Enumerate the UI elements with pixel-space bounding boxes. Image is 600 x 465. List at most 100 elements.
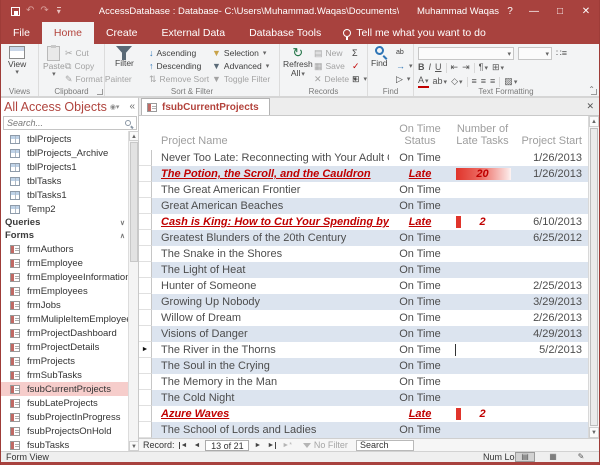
- filter-status-label[interactable]: No Filter: [314, 440, 348, 450]
- cell-project-start[interactable]: 2/25/2013: [514, 278, 582, 294]
- cell-project-name[interactable]: The Potion, the Scroll, and the Cauldron: [152, 166, 389, 182]
- table-row[interactable]: The Great American FrontierOn Time: [139, 182, 588, 198]
- header-late-tasks[interactable]: Number of Late Tasks: [451, 123, 514, 147]
- cell-on-time-status[interactable]: On Time: [389, 422, 451, 438]
- cell-project-start[interactable]: [514, 406, 582, 422]
- cell-project-start[interactable]: [514, 262, 582, 278]
- cell-late-tasks[interactable]: [451, 310, 514, 326]
- cell-on-time-status[interactable]: On Time: [389, 358, 451, 374]
- record-selector[interactable]: [139, 166, 152, 182]
- record-selector[interactable]: ►: [139, 342, 152, 358]
- table-row[interactable]: The Snake in the ShoresOn Time: [139, 246, 588, 262]
- sidebar-item-frmJobs[interactable]: frmJobs: [1, 298, 129, 312]
- minimize-button[interactable]: —: [521, 6, 547, 17]
- nav-scroll-thumb[interactable]: [130, 142, 138, 262]
- collapse-ribbon-icon[interactable]: ⌃: [588, 85, 595, 94]
- scroll-thumb[interactable]: [590, 128, 598, 426]
- nav-search-input[interactable]: [4, 118, 125, 128]
- cell-on-time-status[interactable]: On Time: [389, 150, 451, 166]
- cell-project-start[interactable]: 1/26/2013: [514, 166, 582, 182]
- select-button[interactable]: ▷: [396, 73, 413, 85]
- sidebar-item-tblProjects_Archive[interactable]: tblProjects_Archive: [1, 146, 129, 160]
- document-close-icon[interactable]: ✕: [586, 101, 594, 112]
- cell-project-name[interactable]: Visions of Danger: [152, 326, 389, 342]
- sidebar-item-fsubProjectInProgress[interactable]: fsubProjectInProgress: [1, 410, 129, 424]
- record-position-box[interactable]: 13 of 21: [205, 440, 249, 451]
- font-color-button[interactable]: A: [418, 76, 429, 88]
- cell-project-name[interactable]: The Great American Frontier: [152, 182, 389, 198]
- selection-button[interactable]: ▼Selection: [212, 47, 270, 59]
- sidebar-item-fsubProjectsOnHold[interactable]: fsubProjectsOnHold: [1, 424, 129, 438]
- find-button[interactable]: Find: [371, 46, 388, 68]
- cell-late-tasks[interactable]: [451, 422, 514, 438]
- cell-project-start[interactable]: [514, 198, 582, 214]
- view-button[interactable]: View ▾: [8, 46, 26, 77]
- tab-home[interactable]: Home: [42, 22, 94, 44]
- sidebar-item-frmProjects[interactable]: frmProjects: [1, 354, 129, 368]
- italic-button[interactable]: I: [429, 62, 432, 73]
- header-project-name[interactable]: Project Name: [152, 135, 389, 147]
- scroll-down-icon[interactable]: ▼: [589, 427, 599, 438]
- previous-record-button[interactable]: ◄: [190, 442, 203, 449]
- cell-on-time-status[interactable]: Late: [389, 406, 451, 422]
- record-selector[interactable]: [139, 406, 152, 422]
- cell-project-start[interactable]: 5/2/2013: [514, 342, 582, 358]
- cell-project-start[interactable]: 4/29/2013: [514, 326, 582, 342]
- highlight-button[interactable]: ab: [433, 76, 448, 88]
- refresh-all-button[interactable]: ↻ Refresh All: [283, 46, 313, 79]
- table-row[interactable]: Cash is King: How to Cut Your Spending b…: [139, 214, 588, 230]
- table-row[interactable]: The Soul in the CryingOn Time: [139, 358, 588, 374]
- cell-late-tasks[interactable]: [451, 278, 514, 294]
- cell-on-time-status[interactable]: On Time: [389, 262, 451, 278]
- nav-pane-menu-icon[interactable]: ◉▾: [110, 103, 120, 111]
- cell-project-start[interactable]: 6/25/2012: [514, 230, 582, 246]
- record-selector[interactable]: [139, 214, 152, 230]
- table-row[interactable]: Visions of DangerOn Time4/29/2013: [139, 326, 588, 342]
- tab-database-tools[interactable]: Database Tools: [237, 22, 333, 44]
- gridlines-button[interactable]: ⊞: [492, 62, 504, 74]
- sidebar-item-Temp2[interactable]: Temp2: [1, 202, 129, 216]
- cell-project-start[interactable]: 2/26/2013: [514, 310, 582, 326]
- tab-external-data[interactable]: External Data: [149, 22, 237, 44]
- cell-late-tasks[interactable]: 2: [451, 406, 514, 422]
- record-selector[interactable]: [139, 150, 152, 166]
- record-selector[interactable]: [139, 294, 152, 310]
- table-row[interactable]: The Light of HeatOn Time: [139, 262, 588, 278]
- last-record-button[interactable]: ►: [264, 442, 276, 449]
- scroll-up-icon[interactable]: ▲: [129, 131, 139, 141]
- cell-late-tasks[interactable]: [451, 182, 514, 198]
- descending-button[interactable]: ↑Descending: [149, 60, 209, 72]
- filter-button[interactable]: Filter: [115, 46, 134, 68]
- cell-late-tasks[interactable]: [451, 374, 514, 390]
- record-selector[interactable]: [139, 390, 152, 406]
- account-name[interactable]: Muhammad Waqas: [417, 6, 499, 17]
- bold-button[interactable]: B: [418, 62, 425, 73]
- cell-late-tasks[interactable]: [451, 150, 514, 166]
- background-image-button[interactable]: ▨: [504, 76, 517, 88]
- align-right-button[interactable]: ≡: [490, 76, 495, 87]
- cell-project-start[interactable]: [514, 182, 582, 198]
- shutter-bar-close-icon[interactable]: «: [129, 101, 135, 112]
- cell-on-time-status[interactable]: On Time: [389, 342, 451, 358]
- remove-sort-button[interactable]: ⇅Remove Sort: [149, 73, 209, 85]
- cell-on-time-status[interactable]: On Time: [389, 198, 451, 214]
- cell-on-time-status[interactable]: On Time: [389, 182, 451, 198]
- cell-project-name[interactable]: The Soul in the Crying: [152, 358, 389, 374]
- table-row[interactable]: The Potion, the Scroll, and the Cauldron…: [139, 166, 588, 182]
- header-on-time-status[interactable]: On Time Status: [389, 123, 451, 147]
- cell-late-tasks[interactable]: [451, 198, 514, 214]
- tab-file[interactable]: File: [1, 22, 42, 44]
- header-project-start[interactable]: Project Start: [514, 135, 582, 147]
- collapse-icon[interactable]: ∧: [120, 232, 125, 240]
- cell-late-tasks[interactable]: [451, 390, 514, 406]
- align-left-button[interactable]: ≡: [472, 76, 477, 87]
- delete-record-button[interactable]: ✕Delete: [314, 73, 357, 85]
- save-icon[interactable]: [11, 7, 20, 16]
- sidebar-item-frmEmployee[interactable]: frmEmployee: [1, 256, 129, 270]
- table-row[interactable]: Never Too Late: Reconnecting with Your A…: [139, 150, 588, 166]
- paste-button[interactable]: Paste ▾: [43, 46, 65, 79]
- record-selector[interactable]: [139, 262, 152, 278]
- cell-project-name[interactable]: The School of Lords and Ladies: [152, 422, 389, 438]
- cell-late-tasks[interactable]: [451, 262, 514, 278]
- next-record-button[interactable]: ►: [251, 442, 264, 449]
